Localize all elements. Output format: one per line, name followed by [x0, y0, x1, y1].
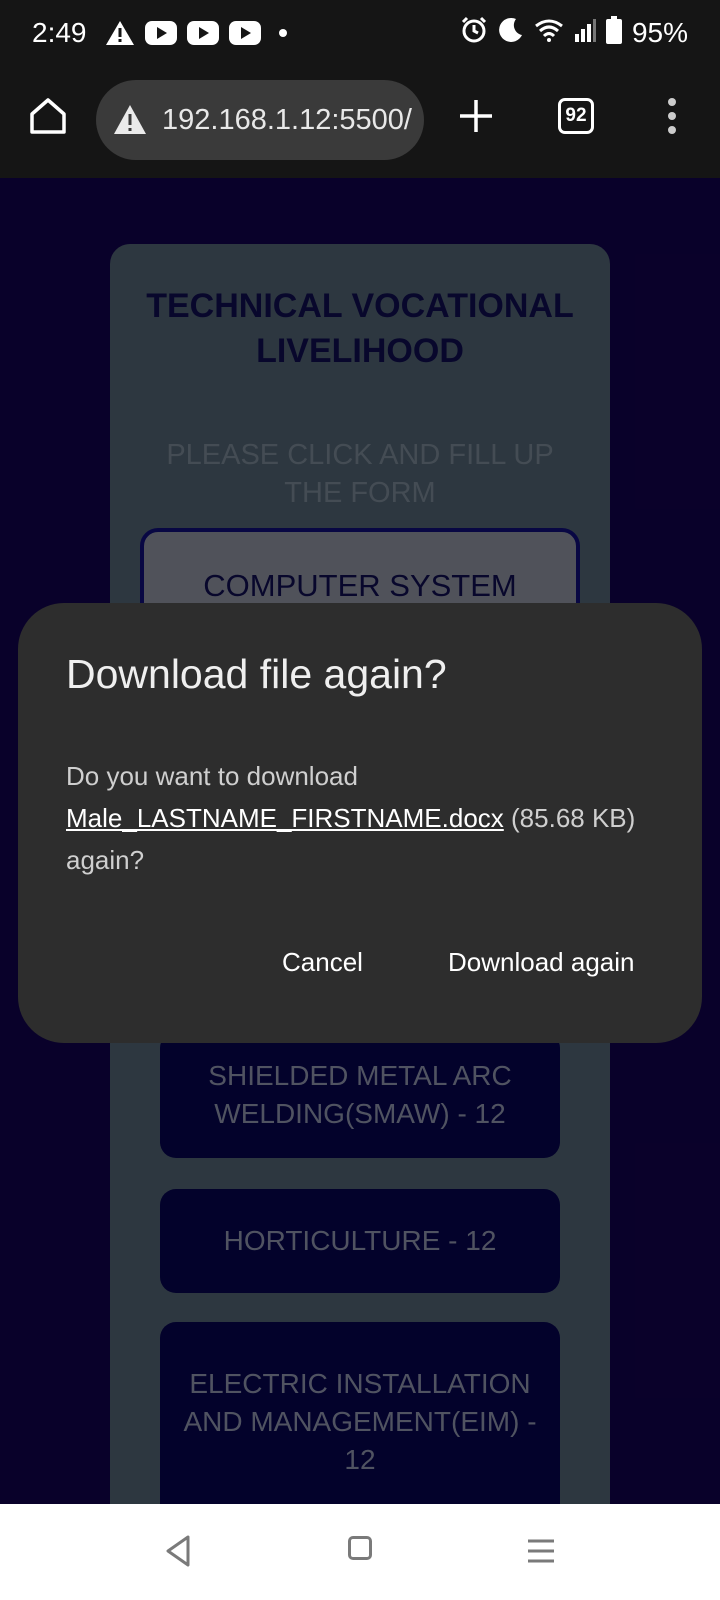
alert-icon — [105, 19, 135, 47]
home-square-icon[interactable] — [348, 1536, 372, 1560]
download-again-dialog: Download file again? Do you want to down… — [18, 603, 702, 1043]
wifi-icon — [534, 17, 564, 49]
file-name-link[interactable]: Male_LASTNAME_FIRSTNAME.docx — [66, 803, 504, 833]
home-icon[interactable] — [26, 94, 70, 138]
do-not-disturb-moon-icon — [498, 17, 524, 50]
status-bar: 2:49 95% — [0, 0, 720, 66]
new-tab-plus-icon[interactable] — [456, 96, 496, 136]
notification-dot-icon — [278, 29, 287, 37]
youtube-icon — [186, 21, 219, 45]
tab-switcher-button[interactable]: 92 — [558, 98, 594, 134]
system-navigation-bar — [0, 1504, 720, 1600]
download-again-button[interactable]: Download again — [448, 947, 634, 978]
alarm-icon — [460, 16, 488, 51]
recent-apps-icon[interactable] — [526, 1538, 556, 1564]
signal-icon — [574, 17, 596, 49]
youtube-icon — [144, 21, 177, 45]
url-text: 192.168.1.12:5500/ — [162, 103, 412, 136]
youtube-icon — [228, 21, 261, 45]
back-icon[interactable] — [162, 1534, 196, 1568]
browser-toolbar: 192.168.1.12:5500/ 92 — [0, 66, 720, 178]
not-secure-warning-icon[interactable] — [112, 102, 148, 138]
dialog-message: Do you want to download Male_LASTNAME_FI… — [66, 755, 656, 881]
battery-icon — [605, 15, 622, 51]
more-options-icon[interactable] — [664, 96, 680, 136]
address-bar[interactable]: 192.168.1.12:5500/ — [96, 80, 424, 160]
dialog-message-prefix: Do you want to download — [66, 761, 358, 791]
cancel-button[interactable]: Cancel — [282, 947, 363, 978]
status-time: 2:49 — [32, 17, 87, 48]
battery-percentage: 95% — [631, 17, 688, 48]
dialog-title: Download file again? — [66, 651, 447, 697]
